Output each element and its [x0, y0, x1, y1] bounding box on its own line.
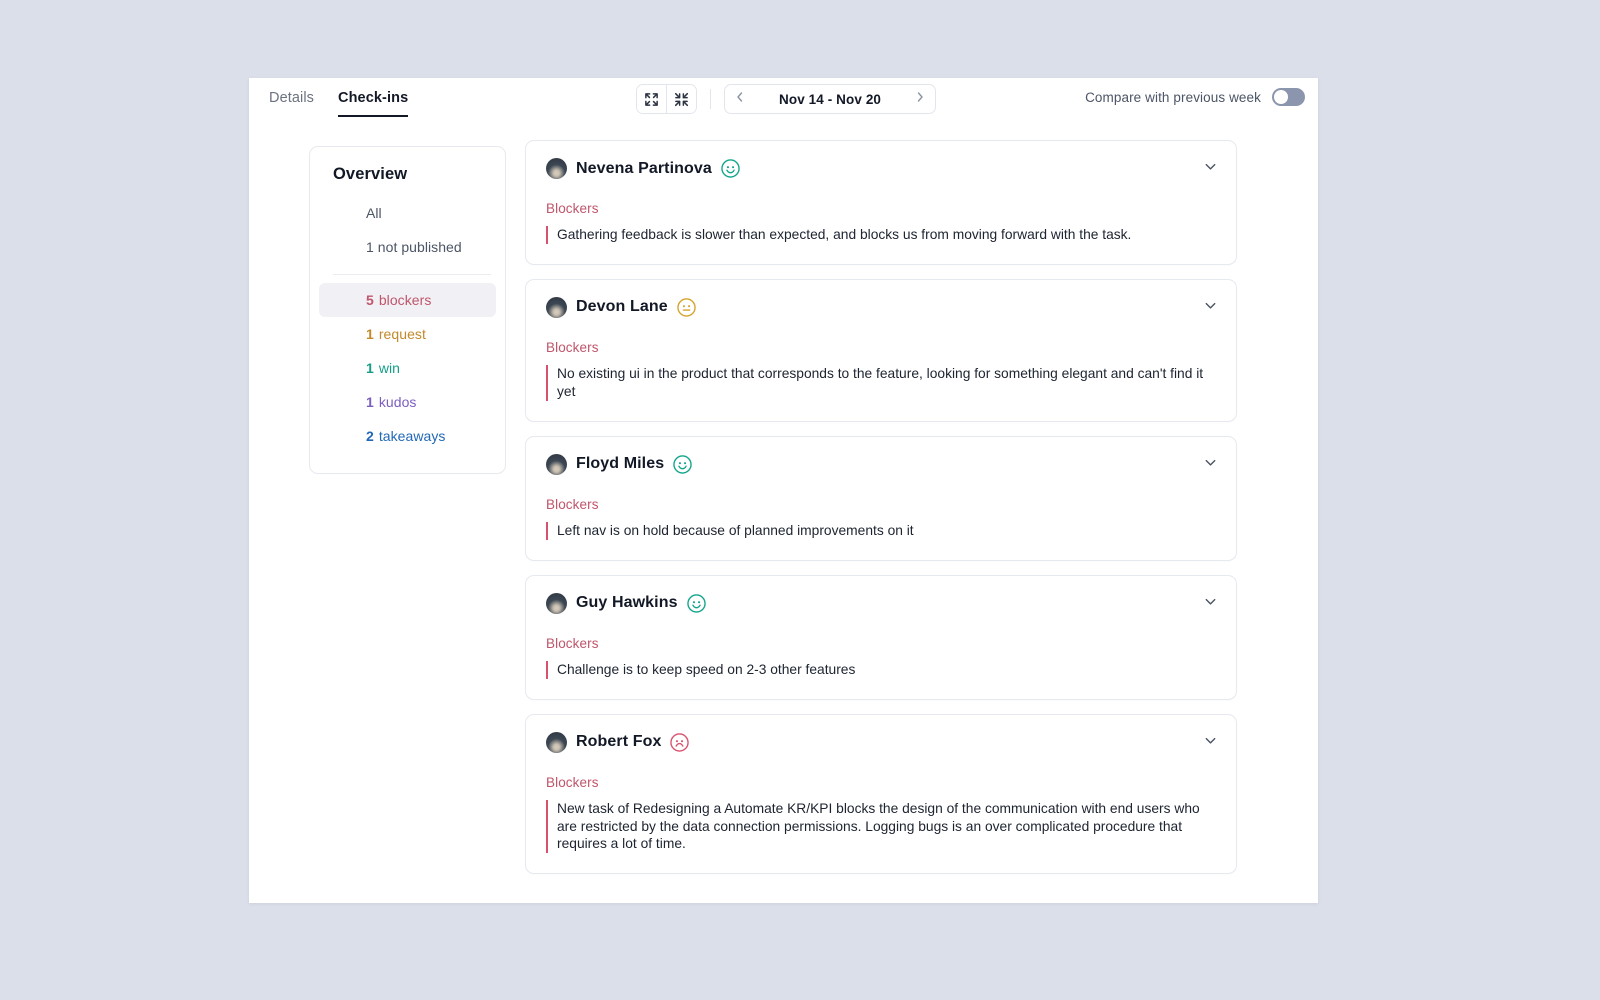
overview-item-label: blockers: [378, 292, 432, 308]
overview-item-count: 1: [366, 394, 374, 410]
overview-item-count: 2: [366, 428, 374, 444]
collapse-icon: [674, 92, 689, 107]
overview-item-request[interactable]: 1 request: [319, 317, 496, 351]
checkin-text: Challenge is to keep speed on 2-3 other …: [546, 660, 1212, 679]
happy-face-icon[interactable]: [721, 159, 740, 178]
date-range-label: Nov 14 - Nov 20: [779, 91, 882, 107]
tab-bar: Details Check-ins: [269, 90, 409, 117]
toggle-knob: [1274, 90, 1288, 104]
expand-all-button[interactable]: [637, 85, 666, 113]
person-name: Robert Fox: [576, 733, 662, 751]
collapse-all-button[interactable]: [666, 85, 696, 113]
overview-panel: Overview All 1 not published 5 blockers 1…: [309, 146, 506, 474]
compare-previous-week-control: Compare with previous week: [1085, 88, 1305, 106]
checkin-card-header: Devon Lane: [546, 296, 1216, 318]
section-label: Blockers: [546, 339, 599, 355]
date-range-navigator: Nov 14 - Nov 20: [724, 84, 937, 114]
checkin-list: Nevena Partinova Blockers Gathering feedba…: [525, 140, 1237, 888]
compare-label: Compare with previous week: [1085, 89, 1261, 105]
overview-item-label: All: [366, 205, 382, 221]
checkin-card-header: Floyd Miles: [546, 453, 1216, 475]
sad-face-icon[interactable]: [670, 732, 690, 752]
person-name: Floyd Miles: [576, 455, 665, 473]
tab-check-ins[interactable]: Check-ins: [338, 90, 409, 117]
previous-week-button[interactable]: [725, 85, 755, 113]
section-label: Blockers: [546, 496, 599, 512]
overview-item-label: takeaways: [378, 428, 446, 444]
checkin-card: Robert Fox Blockers New task of Redesignin…: [525, 713, 1237, 875]
checkin-text: New task of Redesigning a Automate KR/KP…: [546, 799, 1212, 854]
neutral-face-icon[interactable]: [676, 298, 696, 317]
checkin-card: Guy Hawkins Blockers Challenge is to keep …: [525, 574, 1237, 700]
overview-item-count: 5: [366, 292, 374, 308]
overview-item-count: 1: [366, 326, 374, 342]
expand-icon: [644, 92, 659, 107]
overview-item-label: kudos: [378, 394, 417, 410]
next-week-button[interactable]: [905, 85, 935, 113]
person-name: Devon Lane: [576, 298, 668, 316]
person-name: Nevena Partinova: [576, 159, 712, 177]
section-label: Blockers: [546, 635, 599, 651]
top-toolbar: Details Check-ins Nov 14 - Nov 20 Compar…: [249, 78, 1318, 122]
checkin-text: Gathering feedback is slower than expect…: [546, 226, 1212, 244]
view-and-date-controls: Nov 14 - Nov 20: [636, 84, 937, 114]
checkin-card: Nevena Partinova Blockers Gathering feedba…: [525, 140, 1237, 265]
overview-item-win[interactable]: 1 win: [319, 351, 496, 385]
happy-face-icon[interactable]: [686, 593, 706, 613]
checkin-card-header: Guy Hawkins: [546, 592, 1216, 614]
overview-item-not-published[interactable]: 1 not published: [319, 230, 496, 264]
overview-item-all[interactable]: All: [319, 196, 496, 230]
checkin-text: No existing ui in the product that corre…: [546, 364, 1212, 401]
chevron-left-icon: [734, 90, 746, 108]
avatar: [546, 731, 567, 753]
overview-title: Overview: [333, 165, 408, 183]
toolbar-divider: [710, 89, 711, 109]
chevron-down-icon[interactable]: [1203, 594, 1218, 614]
overview-item-takeaways[interactable]: 2 takeaways: [319, 419, 496, 453]
chevron-right-icon: [914, 90, 926, 108]
chevron-down-icon[interactable]: [1203, 733, 1218, 753]
section-label: Blockers: [546, 201, 599, 216]
chevron-down-icon[interactable]: [1203, 159, 1218, 179]
checkin-card-header: Nevena Partinova: [546, 158, 1216, 179]
avatar: [546, 453, 567, 475]
compare-toggle[interactable]: [1272, 88, 1305, 106]
app-panel: Details Check-ins Nov 14 - Nov 20 Compar…: [249, 78, 1318, 903]
overview-item-label: win: [378, 360, 401, 376]
section-label: Blockers: [546, 774, 599, 790]
overview-item-label: request: [378, 326, 426, 342]
expand-collapse-group: [636, 84, 697, 114]
overview-item-blockers[interactable]: 5 blockers: [319, 283, 496, 317]
chevron-down-icon[interactable]: [1203, 455, 1218, 475]
overview-item-count: 1: [366, 360, 374, 376]
avatar: [546, 296, 567, 318]
overview-item-kudos[interactable]: 1 kudos: [319, 385, 496, 419]
avatar: [546, 158, 567, 179]
overview-item-label: 1 not published: [366, 239, 462, 255]
avatar: [546, 592, 567, 614]
person-name: Guy Hawkins: [576, 594, 678, 612]
chevron-down-icon[interactable]: [1203, 298, 1218, 318]
checkin-card: Devon Lane Blockers No existing ui in the …: [525, 278, 1237, 422]
overview-divider: [333, 274, 491, 275]
checkin-card-header: Robert Fox: [546, 731, 1216, 753]
checkin-card: Floyd Miles Blockers Left nav is on hold b…: [525, 435, 1237, 561]
checkin-text: Left nav is on hold because of planned i…: [546, 521, 1212, 540]
happy-face-icon[interactable]: [673, 455, 692, 474]
tab-details[interactable]: Details: [269, 90, 314, 115]
